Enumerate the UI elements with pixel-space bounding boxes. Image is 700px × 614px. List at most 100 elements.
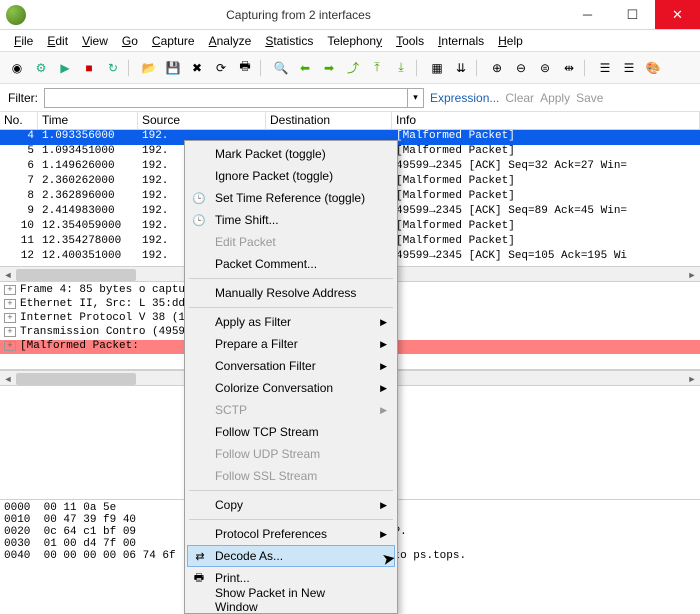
zoom100-icon[interactable]: ⊜ <box>534 57 556 79</box>
zoomout-icon[interactable]: ⊖ <box>510 57 532 79</box>
col-no[interactable]: No. <box>0 112 38 129</box>
expression-link[interactable]: Expression... <box>430 91 499 105</box>
menu-go[interactable]: Go <box>116 32 144 50</box>
options-icon[interactable]: ⚙ <box>30 57 52 79</box>
menu-internals[interactable]: Internals <box>432 32 490 50</box>
close-file-icon[interactable]: ✖ <box>186 57 208 79</box>
submenu-icon: ▶ <box>380 361 387 372</box>
start-icon[interactable]: ▶ <box>54 57 76 79</box>
menu-capture[interactable]: Capture <box>146 32 201 50</box>
ctx-sctp[interactable]: SCTP▶ <box>187 399 395 421</box>
open-icon[interactable]: 📂 <box>138 57 160 79</box>
colorize-icon[interactable]: ▦ <box>426 57 448 79</box>
expand-icon[interactable]: + <box>4 313 16 323</box>
submenu-icon: ▶ <box>380 317 387 328</box>
find-icon[interactable]: 🔍 <box>270 57 292 79</box>
print-icon[interactable]: 🖶 <box>234 57 256 79</box>
chevron-down-icon[interactable]: ▾ <box>407 89 423 107</box>
last-icon[interactable]: ⤓ <box>390 57 412 79</box>
ctx-time-shift[interactable]: 🕒Time Shift... <box>187 209 395 231</box>
autoscroll-icon[interactable]: ⇊ <box>450 57 472 79</box>
menu-help[interactable]: Help <box>492 32 529 50</box>
separator <box>189 307 393 308</box>
clear-link[interactable]: Clear <box>505 91 534 105</box>
filter-combo[interactable]: ▾ <box>44 88 424 108</box>
first-icon[interactable]: ⤒ <box>366 57 388 79</box>
interfaces-icon[interactable]: ◉ <box>6 57 28 79</box>
separator <box>128 59 134 77</box>
scroll-left-icon[interactable]: ◄ <box>0 371 16 387</box>
scroll-thumb[interactable] <box>16 269 136 281</box>
submenu-icon: ▶ <box>380 529 387 540</box>
restart-icon[interactable]: ↻ <box>102 57 124 79</box>
minimize-button[interactable]: ─ <box>565 0 610 29</box>
ctx-prepare-filter[interactable]: Prepare a Filter▶ <box>187 333 395 355</box>
menu-statistics[interactable]: Statistics <box>259 32 319 50</box>
menu-tools[interactable]: Tools <box>390 32 430 50</box>
ctx-mark-packet[interactable]: Mark Packet (toggle) <box>187 143 395 165</box>
menu-edit[interactable]: Edit <box>41 32 74 50</box>
app-icon <box>6 5 26 25</box>
col-info[interactable]: Info <box>392 112 700 129</box>
scroll-thumb[interactable] <box>16 373 136 385</box>
maximize-button[interactable]: ☐ <box>610 0 655 29</box>
ctx-follow-tcp[interactable]: Follow TCP Stream <box>187 421 395 443</box>
filter-label: Filter: <box>8 91 38 105</box>
save-icon[interactable]: 💾 <box>162 57 184 79</box>
ctx-conversation-filter[interactable]: Conversation Filter▶ <box>187 355 395 377</box>
scroll-right-icon[interactable]: ► <box>684 267 700 283</box>
apply-link[interactable]: Apply <box>540 91 570 105</box>
submenu-icon: ▶ <box>380 383 387 394</box>
ctx-time-reference[interactable]: 🕒Set Time Reference (toggle) <box>187 187 395 209</box>
filter-bar: Filter: ▾ Expression... Clear Apply Save <box>0 84 700 112</box>
capture-filters-icon[interactable]: ☰ <box>594 57 616 79</box>
scroll-left-icon[interactable]: ◄ <box>0 267 16 283</box>
separator <box>416 59 422 77</box>
window-title: Capturing from 2 interfaces <box>32 8 565 22</box>
col-destination[interactable]: Destination <box>266 112 392 129</box>
close-button[interactable]: ✕ <box>655 0 700 29</box>
separator <box>189 278 393 279</box>
expand-icon[interactable]: + <box>4 341 16 351</box>
menu-file[interactable]: File <box>8 32 39 50</box>
save-link[interactable]: Save <box>576 91 603 105</box>
forward-icon[interactable]: ➡ <box>318 57 340 79</box>
print-icon: 🖶 <box>191 570 207 586</box>
submenu-icon: ▶ <box>380 339 387 350</box>
ctx-resolve-address[interactable]: Manually Resolve Address <box>187 282 395 304</box>
zoomin-icon[interactable]: ⊕ <box>486 57 508 79</box>
ctx-colorize-conversation[interactable]: Colorize Conversation▶ <box>187 377 395 399</box>
reload-icon[interactable]: ⟳ <box>210 57 232 79</box>
col-time[interactable]: Time <box>38 112 138 129</box>
col-source[interactable]: Source <box>138 112 266 129</box>
scroll-right-icon[interactable]: ► <box>684 371 700 387</box>
back-icon[interactable]: ⬅ <box>294 57 316 79</box>
separator <box>189 519 393 520</box>
ctx-ignore-packet[interactable]: Ignore Packet (toggle) <box>187 165 395 187</box>
packet-list-header: No. Time Source Destination Info <box>0 112 700 130</box>
stop-icon[interactable]: ■ <box>78 57 100 79</box>
separator <box>476 59 482 77</box>
display-filters-icon[interactable]: ☰ <box>618 57 640 79</box>
ctx-copy[interactable]: Copy▶ <box>187 494 395 516</box>
menu-analyze[interactable]: Analyze <box>203 32 258 50</box>
expand-icon[interactable]: + <box>4 299 16 309</box>
menubar: File Edit View Go Capture Analyze Statis… <box>0 30 700 52</box>
ctx-follow-udp: Follow UDP Stream <box>187 443 395 465</box>
ctx-protocol-preferences[interactable]: Protocol Preferences▶ <box>187 523 395 545</box>
filter-input[interactable] <box>45 89 407 107</box>
ctx-packet-comment[interactable]: Packet Comment... <box>187 253 395 275</box>
titlebar: Capturing from 2 interfaces ─ ☐ ✕ <box>0 0 700 30</box>
toolbar: ◉ ⚙ ▶ ■ ↻ 📂 💾 ✖ ⟳ 🖶 🔍 ⬅ ➡ ⤴ ⤒ ⤓ ▦ ⇊ ⊕ ⊖ … <box>0 52 700 84</box>
ctx-apply-as-filter[interactable]: Apply as Filter▶ <box>187 311 395 333</box>
menu-view[interactable]: View <box>76 32 114 50</box>
menu-telephony[interactable]: Telephony <box>321 32 388 50</box>
goto-icon[interactable]: ⤴ <box>342 57 364 79</box>
expand-icon[interactable]: + <box>4 285 16 295</box>
ctx-show-new-window[interactable]: Show Packet in New Window <box>187 589 395 611</box>
expand-icon[interactable]: + <box>4 327 16 337</box>
resize-cols-icon[interactable]: ⇹ <box>558 57 580 79</box>
coloring-rules-icon[interactable]: 🎨 <box>642 57 664 79</box>
ctx-edit-packet: Edit Packet <box>187 231 395 253</box>
ctx-decode-as[interactable]: ⇄Decode As... <box>187 545 395 567</box>
